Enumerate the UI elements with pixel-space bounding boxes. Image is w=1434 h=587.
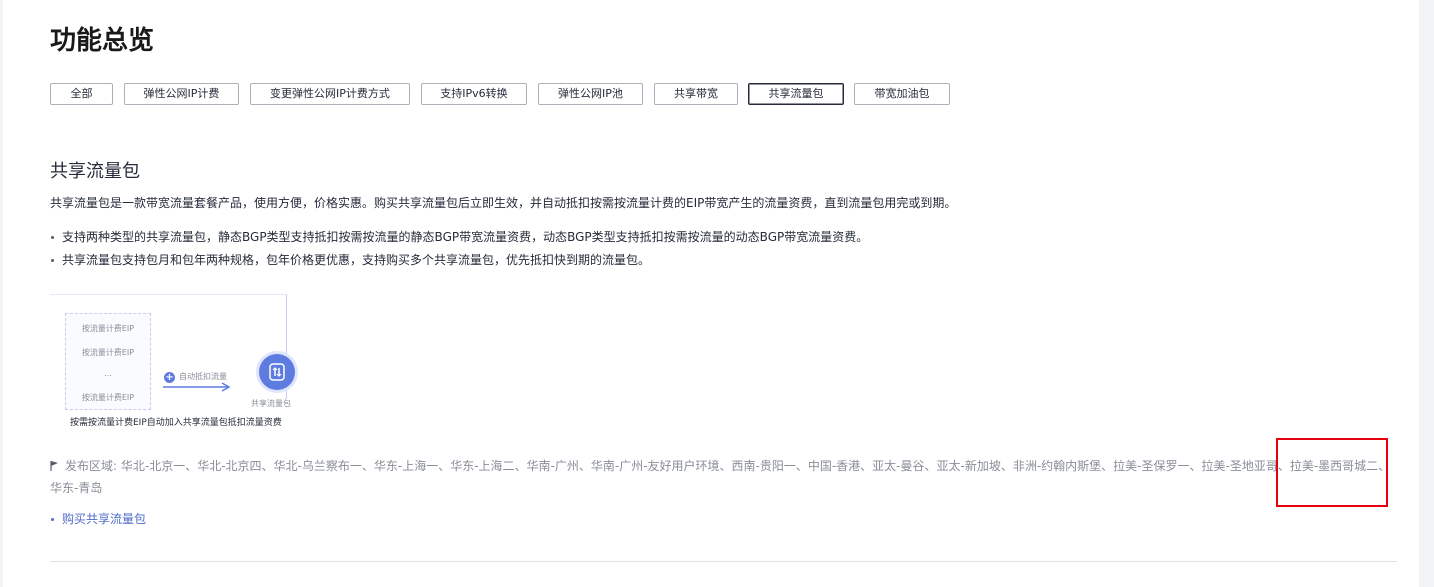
- release-regions: 发布区域: 华北-北京一、华北-北京四、华北-乌兰察布一、华东-上海一、华东-上…: [50, 455, 1400, 499]
- tab-bandwidth-add-on[interactable]: 带宽加油包: [854, 83, 950, 105]
- regions-list: 华北-北京一、华北-北京四、华北-乌兰察布一、华东-上海一、华东-上海二、华南-…: [50, 459, 1391, 495]
- tab-all[interactable]: 全部: [50, 83, 113, 105]
- bullet-item: 共享流量包支持包月和包年两种规格，包年价格更优惠，支持购买多个共享流量包，优先抵…: [50, 249, 868, 272]
- flag-icon: [50, 461, 58, 471]
- arrow-label: 自动抵扣流量: [179, 372, 227, 381]
- section-title: 共享流量包: [50, 161, 140, 182]
- tab-change-eip-billing[interactable]: 变更弹性公网IP计费方式: [250, 83, 410, 105]
- traffic-package-icon: [259, 354, 295, 390]
- package-label: 共享流量包: [251, 399, 291, 408]
- eip-item: 按流量计费EIP: [81, 324, 135, 333]
- content-panel: 功能总览 全部 弹性公网IP计费 变更弹性公网IP计费方式 支持IPv6转换 弹…: [3, 0, 1419, 587]
- feature-bullets: 支持两种类型的共享流量包，静态BGP类型支持抵扣按需按流量的静态BGP带宽流量资…: [50, 226, 868, 272]
- right-arrow-icon: [163, 382, 231, 392]
- divider: [50, 561, 1397, 562]
- diagram-caption: 按需按流量计费EIP自动加入共享流量包抵扣流量资费: [70, 418, 282, 428]
- tab-shared-data-package[interactable]: 共享流量包: [748, 83, 844, 105]
- tab-eip-billing[interactable]: 弹性公网IP计费: [124, 83, 239, 105]
- tab-eip-pool[interactable]: 弹性公网IP池: [538, 83, 643, 105]
- tab-ipv6-conversion[interactable]: 支持IPv6转换: [421, 83, 527, 105]
- buy-shared-package-link[interactable]: 购买共享流量包: [50, 510, 146, 528]
- eip-item: 按流量计费EIP: [81, 393, 135, 402]
- tab-shared-bandwidth[interactable]: 共享带宽: [654, 83, 738, 105]
- shared-package-diagram: 按流量计费EIP 按流量计费EIP ... 按流量计费EIP + 自动抵扣流量 …: [50, 294, 300, 434]
- eip-item: 按流量计费EIP: [81, 348, 135, 357]
- eip-ellipsis: ...: [104, 369, 112, 378]
- page-title: 功能总览: [50, 26, 155, 56]
- section-description: 共享流量包是一款带宽流量套餐产品，使用方便，价格实惠。购买共享流量包后立即生效，…: [50, 196, 957, 210]
- eip-group-box: 按流量计费EIP 按流量计费EIP ... 按流量计费EIP: [65, 313, 151, 410]
- regions-label: 发布区域:: [65, 459, 118, 473]
- bullet-item: 支持两种类型的共享流量包，静态BGP类型支持抵扣按需按流量的静态BGP带宽流量资…: [50, 226, 868, 249]
- highlight-box: [1276, 438, 1388, 507]
